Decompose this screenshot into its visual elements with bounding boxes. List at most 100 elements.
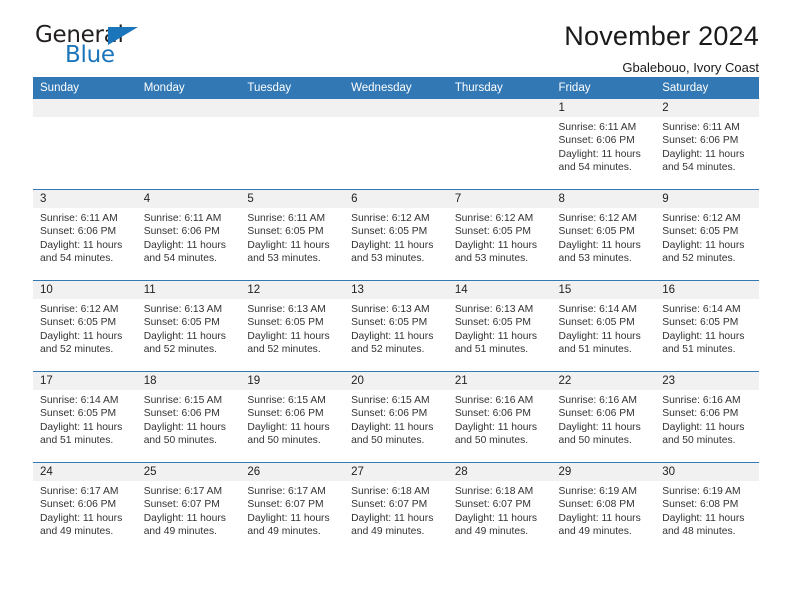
sunrise-text: Sunrise: 6:16 AM bbox=[558, 395, 637, 406]
daylight-text-line1: Daylight: 11 hours bbox=[247, 421, 330, 433]
daylight-text-line1: Daylight: 11 hours bbox=[662, 239, 745, 251]
day-cell[interactable]: 21 Sunrise: 6:16 AM Sunset: 6:06 PM Dayl… bbox=[447, 371, 552, 463]
sunset-text: Sunset: 6:05 PM bbox=[662, 226, 739, 238]
sunrise-text: Sunrise: 6:15 AM bbox=[247, 395, 326, 406]
calendar-body: 1 Sunrise: 6:11 AM Sunset: 6:06 PM Dayli… bbox=[33, 99, 759, 553]
daylight-text-line1: Daylight: 11 hours bbox=[40, 330, 123, 342]
day-number: 26 bbox=[240, 463, 345, 481]
sunrise-text: Sunrise: 6:13 AM bbox=[351, 304, 430, 315]
day-number: 16 bbox=[655, 281, 759, 299]
day-cell[interactable]: 8 Sunrise: 6:12 AM Sunset: 6:05 PM Dayli… bbox=[551, 189, 656, 281]
day-number: 13 bbox=[344, 281, 448, 299]
sunrise-text: Sunrise: 6:19 AM bbox=[558, 486, 637, 497]
day-cell[interactable]: 7 Sunrise: 6:12 AM Sunset: 6:05 PM Dayli… bbox=[447, 189, 552, 281]
day-cell[interactable]: 10 Sunrise: 6:12 AM Sunset: 6:05 PM Dayl… bbox=[33, 280, 137, 372]
day-cell[interactable]: 24 Sunrise: 6:17 AM Sunset: 6:06 PM Dayl… bbox=[33, 462, 137, 553]
day-cell[interactable]: 15 Sunrise: 6:14 AM Sunset: 6:05 PM Dayl… bbox=[551, 280, 656, 372]
day-cell[interactable]: 28 Sunrise: 6:18 AM Sunset: 6:07 PM Dayl… bbox=[447, 462, 552, 553]
day-number: 7 bbox=[447, 190, 552, 208]
sunrise-text: Sunrise: 6:18 AM bbox=[454, 486, 534, 497]
day-details: Sunrise: 6:14 AM Sunset: 6:05 PM Dayligh… bbox=[33, 390, 137, 448]
daylight-text-line1: Daylight: 11 hours bbox=[558, 239, 641, 251]
daylight-text-line2: and 52 minutes. bbox=[143, 344, 217, 356]
sunset-text: Sunset: 6:05 PM bbox=[247, 226, 324, 238]
calendar-week-row: 17 Sunrise: 6:14 AM Sunset: 6:05 PM Dayl… bbox=[33, 371, 759, 463]
sunrise-text: Sunrise: 6:12 AM bbox=[351, 213, 430, 224]
daylight-text-line2: and 49 minutes. bbox=[558, 526, 632, 538]
sunrise-text: Sunrise: 6:17 AM bbox=[247, 486, 326, 497]
sunrise-text: Sunrise: 6:12 AM bbox=[662, 213, 741, 224]
day-cell[interactable]: 29 Sunrise: 6:19 AM Sunset: 6:08 PM Dayl… bbox=[551, 462, 656, 553]
sunrise-text: Sunrise: 6:13 AM bbox=[247, 304, 326, 315]
day-number: 29 bbox=[551, 463, 656, 481]
day-cell[interactable]: 6 Sunrise: 6:12 AM Sunset: 6:05 PM Dayli… bbox=[344, 189, 448, 281]
sunset-text: Sunset: 6:05 PM bbox=[247, 317, 324, 329]
daylight-text-line2: and 52 minutes. bbox=[247, 344, 321, 356]
day-cell[interactable]: 5 Sunrise: 6:11 AM Sunset: 6:05 PM Dayli… bbox=[240, 189, 345, 281]
sunset-text: Sunset: 6:08 PM bbox=[558, 499, 635, 511]
daylight-text-line1: Daylight: 11 hours bbox=[454, 421, 538, 433]
day-cell[interactable]: 9 Sunrise: 6:12 AM Sunset: 6:05 PM Dayli… bbox=[655, 189, 759, 281]
sunset-text: Sunset: 6:07 PM bbox=[247, 499, 324, 511]
day-cell[interactable]: 30 Sunrise: 6:19 AM Sunset: 6:08 PM Dayl… bbox=[655, 462, 759, 553]
sunset-text: Sunset: 6:06 PM bbox=[454, 408, 531, 420]
daylight-text-line2: and 51 minutes. bbox=[454, 344, 529, 356]
daylight-text-line1: Daylight: 11 hours bbox=[662, 148, 745, 160]
weekday-header-sunday: Sunday bbox=[33, 77, 137, 99]
day-number: 11 bbox=[136, 281, 241, 299]
day-cell[interactable]: 19 Sunrise: 6:15 AM Sunset: 6:06 PM Dayl… bbox=[240, 371, 345, 463]
day-cell[interactable]: 13 Sunrise: 6:13 AM Sunset: 6:05 PM Dayl… bbox=[344, 280, 448, 372]
sunrise-text: Sunrise: 6:14 AM bbox=[662, 304, 741, 315]
day-cell[interactable]: 22 Sunrise: 6:16 AM Sunset: 6:06 PM Dayl… bbox=[551, 371, 656, 463]
daylight-text-line1: Daylight: 11 hours bbox=[351, 512, 434, 524]
day-cell[interactable]: 3 Sunrise: 6:11 AM Sunset: 6:06 PM Dayli… bbox=[33, 189, 137, 281]
sunset-text: Sunset: 6:07 PM bbox=[454, 499, 531, 511]
sunset-text: Sunset: 6:05 PM bbox=[558, 317, 635, 329]
day-cell[interactable]: 11 Sunrise: 6:13 AM Sunset: 6:05 PM Dayl… bbox=[136, 280, 241, 372]
title-block: November 2024 Gbalebouo, Ivory Coast bbox=[564, 21, 759, 75]
sunset-text: Sunset: 6:06 PM bbox=[40, 226, 117, 238]
day-cell[interactable]: 14 Sunrise: 6:13 AM Sunset: 6:05 PM Dayl… bbox=[447, 280, 552, 372]
page-header: General Blue November 2024 Gbalebouo, Iv… bbox=[33, 0, 759, 75]
day-cell[interactable]: 2 Sunrise: 6:11 AM Sunset: 6:06 PM Dayli… bbox=[655, 99, 759, 190]
daylight-text-line2: and 54 minutes. bbox=[40, 253, 114, 265]
sunrise-text: Sunrise: 6:11 AM bbox=[40, 213, 118, 224]
sunset-text: Sunset: 6:06 PM bbox=[247, 408, 324, 420]
sunset-text: Sunset: 6:06 PM bbox=[662, 135, 739, 147]
day-cell[interactable]: 26 Sunrise: 6:17 AM Sunset: 6:07 PM Dayl… bbox=[240, 462, 345, 553]
page-subtitle: Gbalebouo, Ivory Coast bbox=[622, 59, 759, 75]
daylight-text-line2: and 50 minutes. bbox=[558, 435, 632, 447]
sunset-text: Sunset: 6:07 PM bbox=[351, 499, 428, 511]
day-cell[interactable]: 1 Sunrise: 6:11 AM Sunset: 6:06 PM Dayli… bbox=[551, 99, 656, 190]
day-cell[interactable]: 12 Sunrise: 6:13 AM Sunset: 6:05 PM Dayl… bbox=[240, 280, 345, 372]
day-number: 4 bbox=[136, 190, 241, 208]
day-number bbox=[240, 99, 345, 117]
weekday-header-monday: Monday bbox=[136, 77, 241, 99]
day-details: Sunrise: 6:13 AM Sunset: 6:05 PM Dayligh… bbox=[448, 299, 552, 357]
day-cell[interactable]: 16 Sunrise: 6:14 AM Sunset: 6:05 PM Dayl… bbox=[655, 280, 759, 372]
day-cell[interactable]: 27 Sunrise: 6:18 AM Sunset: 6:07 PM Dayl… bbox=[344, 462, 448, 553]
daylight-text-line1: Daylight: 11 hours bbox=[351, 239, 434, 251]
day-cell[interactable]: 25 Sunrise: 6:17 AM Sunset: 6:07 PM Dayl… bbox=[136, 462, 241, 553]
daylight-text-line2: and 49 minutes. bbox=[143, 526, 217, 538]
day-cell-empty bbox=[240, 99, 345, 190]
sunrise-text: Sunrise: 6:12 AM bbox=[558, 213, 637, 224]
sunrise-text: Sunrise: 6:16 AM bbox=[662, 395, 741, 406]
daylight-text-line1: Daylight: 11 hours bbox=[662, 421, 745, 433]
day-cell[interactable]: 23 Sunrise: 6:16 AM Sunset: 6:06 PM Dayl… bbox=[655, 371, 759, 463]
day-details: Sunrise: 6:11 AM Sunset: 6:06 PM Dayligh… bbox=[552, 117, 656, 175]
sunrise-text: Sunrise: 6:11 AM bbox=[558, 122, 637, 133]
day-cell[interactable]: 17 Sunrise: 6:14 AM Sunset: 6:05 PM Dayl… bbox=[33, 371, 137, 463]
day-cell-empty bbox=[344, 99, 448, 190]
day-number: 10 bbox=[33, 281, 137, 299]
daylight-text-line2: and 54 minutes. bbox=[662, 162, 736, 174]
weekday-header-friday: Friday bbox=[551, 77, 656, 99]
day-details: Sunrise: 6:17 AM Sunset: 6:07 PM Dayligh… bbox=[137, 481, 241, 539]
day-details: Sunrise: 6:11 AM Sunset: 6:06 PM Dayligh… bbox=[655, 117, 759, 175]
daylight-text-line1: Daylight: 11 hours bbox=[662, 330, 745, 342]
day-cell[interactable]: 20 Sunrise: 6:15 AM Sunset: 6:06 PM Dayl… bbox=[344, 371, 448, 463]
day-cell[interactable]: 4 Sunrise: 6:11 AM Sunset: 6:06 PM Dayli… bbox=[136, 189, 241, 281]
day-details: Sunrise: 6:16 AM Sunset: 6:06 PM Dayligh… bbox=[448, 390, 552, 448]
day-number bbox=[136, 99, 241, 117]
day-cell[interactable]: 18 Sunrise: 6:15 AM Sunset: 6:06 PM Dayl… bbox=[136, 371, 241, 463]
